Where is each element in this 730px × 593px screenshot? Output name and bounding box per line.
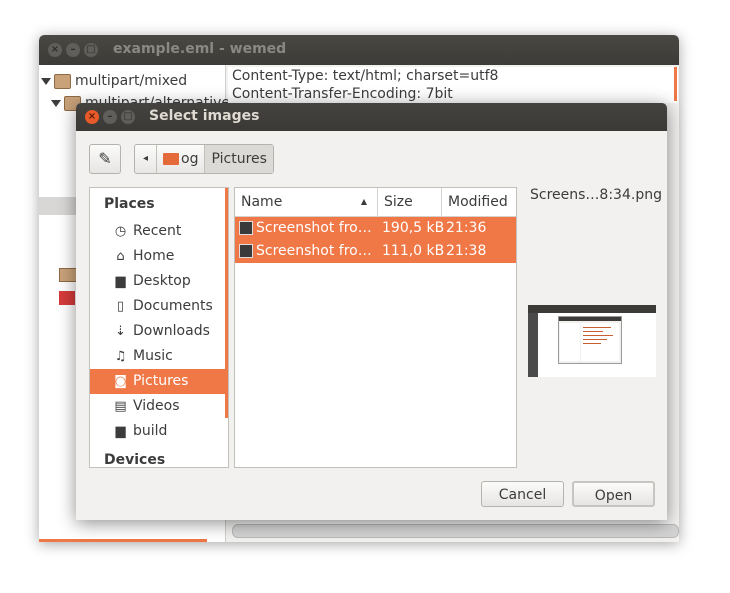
header-line: Content-Transfer-Encoding: 7bit <box>232 86 453 102</box>
home-folder-icon <box>163 153 180 165</box>
type-location-button[interactable]: ✎ <box>89 144 121 174</box>
file-row[interactable]: Screenshot fro… 190,5 kB 21:36 <box>235 217 516 240</box>
header-line: Content-Type: text/html; charset=utf8 <box>232 68 499 84</box>
file-list-header: Name ▲ Size Modified <box>235 188 516 217</box>
dialog-titlebar: × – □ Select images <box>76 103 667 131</box>
expand-icon[interactable] <box>41 77 51 85</box>
film-icon: ▤ <box>114 399 127 414</box>
sidebar-item-home[interactable]: ⌂ Home <box>90 244 225 269</box>
bg-maximize-icon[interactable]: □ <box>84 43 98 57</box>
path-segment-pictures[interactable]: Pictures <box>205 145 273 173</box>
file-row[interactable]: Screenshot fro… 111,0 kB 21:38 <box>235 240 516 263</box>
folder-icon: ▆ <box>115 274 126 289</box>
sidebar-item-documents[interactable]: ▯ Documents <box>90 294 225 319</box>
preview-filename: Screens…8:34.png <box>530 187 662 203</box>
places-header: Places <box>104 196 155 212</box>
clock-icon: ◷ <box>114 224 127 239</box>
places-sidebar[interactable]: Places ◷ Recent ⌂ Home ▆ Desktop ▯ Documents… <box>89 187 229 468</box>
sidebar-item-downloads[interactable]: ⇣ Downloads <box>90 319 225 344</box>
pencil-icon: ✎ <box>98 149 112 168</box>
path-back-button[interactable]: ◂ <box>135 145 158 173</box>
bg-titlebar: × – □ example.eml - wemed <box>39 35 679 65</box>
column-size[interactable]: Size <box>378 188 442 216</box>
preview-thumbnail <box>528 305 656 377</box>
image-file-icon <box>239 244 253 258</box>
bg-close-icon[interactable]: × <box>48 43 62 57</box>
camera-icon: ◙ <box>114 374 127 389</box>
sort-ascending-icon: ▲ <box>360 197 367 206</box>
maximize-icon[interactable]: □ <box>121 110 135 124</box>
horizontal-scrollbar[interactable] <box>232 524 679 538</box>
home-icon: ⌂ <box>116 249 125 264</box>
path-segment-home[interactable]: og <box>157 145 206 173</box>
bg-minimize-icon[interactable]: – <box>66 43 80 57</box>
folder-icon: ▆ <box>115 424 126 439</box>
path-bar: ◂ og Pictures <box>134 144 274 174</box>
scroll-indicator <box>39 539 207 542</box>
column-name[interactable]: Name ▲ <box>235 188 378 216</box>
cancel-button[interactable]: Cancel <box>481 481 564 507</box>
document-icon: ▯ <box>116 299 125 314</box>
download-icon: ⇣ <box>115 324 126 339</box>
sidebar-item-recent[interactable]: ◷ Recent <box>90 219 225 244</box>
open-button[interactable]: Open <box>572 481 655 507</box>
focus-indicator <box>674 67 677 101</box>
bg-window-title: example.eml - wemed <box>113 41 287 57</box>
close-icon[interactable]: × <box>85 110 99 124</box>
music-icon: ♫ <box>114 349 127 364</box>
minimize-icon[interactable]: – <box>103 110 117 124</box>
dialog-title: Select images <box>149 108 260 124</box>
select-images-dialog: × – □ Select images ✎ ◂ og Pictures Plac… <box>76 103 667 520</box>
package-icon <box>59 268 77 282</box>
tree-row[interactable]: multipart/mixed <box>41 70 187 92</box>
package-icon <box>54 73 71 89</box>
column-modified[interactable]: Modified <box>442 188 516 216</box>
sidebar-item-music[interactable]: ♫ Music <box>90 344 225 369</box>
headers-view[interactable]: Content-Type: text/html; charset=utf8 Co… <box>228 67 678 103</box>
sidebar-scroll-indicator[interactable] <box>225 188 228 418</box>
attachment-icon <box>59 291 75 305</box>
sidebar-item-pictures[interactable]: ◙ Pictures <box>90 369 225 394</box>
file-list[interactable]: Name ▲ Size Modified Screenshot fro… 190… <box>234 187 517 468</box>
sidebar-item-build[interactable]: ▆ build <box>90 419 225 444</box>
devices-header: Devices <box>104 452 166 468</box>
sidebar-item-desktop[interactable]: ▆ Desktop <box>90 269 225 294</box>
image-file-icon <box>239 221 253 235</box>
sidebar-item-videos[interactable]: ▤ Videos <box>90 394 225 419</box>
expand-icon[interactable] <box>51 99 61 107</box>
